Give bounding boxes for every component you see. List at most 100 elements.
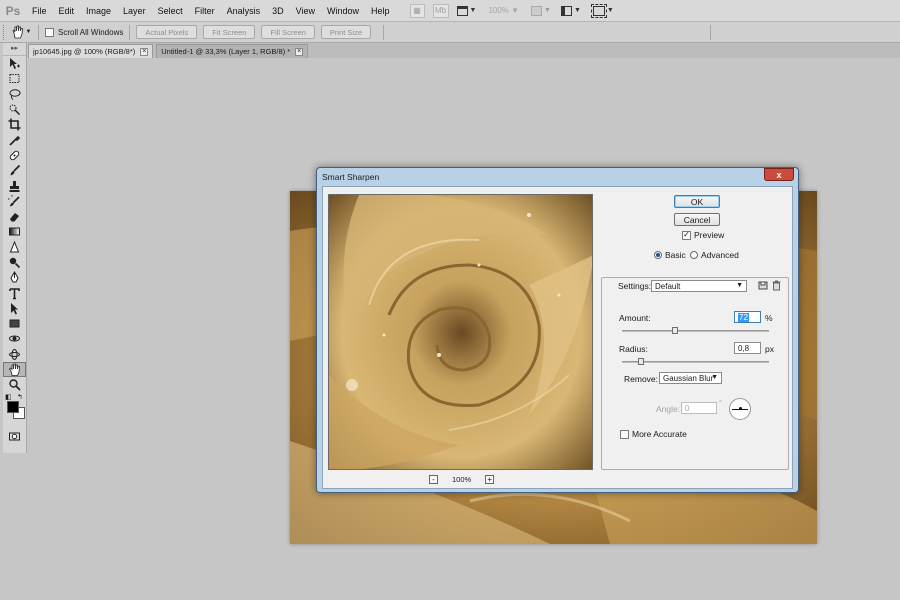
preview-label: Preview xyxy=(694,230,725,240)
tab-document-2[interactable]: Untitled-1 @ 33,3% (Layer 1, RGB/8) * × xyxy=(156,44,309,58)
close-button[interactable]: x xyxy=(764,168,794,181)
remove-label: Remove: xyxy=(624,374,659,384)
marquee-tool-icon[interactable] xyxy=(3,71,26,86)
crop-tool-icon[interactable] xyxy=(3,117,26,132)
options-bar: ▼ Scroll All Windows Actual Pixels Fit S… xyxy=(0,22,900,43)
hand-tool-icon[interactable] xyxy=(3,361,26,378)
bridge-icon[interactable]: ▦ xyxy=(409,3,425,18)
menu-select[interactable]: Select xyxy=(152,0,189,22)
preview-option[interactable]: ✓ Preview xyxy=(682,230,724,240)
path-select-tool-icon[interactable] xyxy=(3,301,26,316)
clone-stamp-tool-icon[interactable] xyxy=(3,178,26,193)
menu-bar: Ps File Edit Image Layer Select Filter A… xyxy=(0,0,900,22)
angle-dial[interactable] xyxy=(729,398,751,420)
radius-slider-thumb[interactable] xyxy=(638,358,645,365)
shape-tool-icon[interactable] xyxy=(3,316,26,331)
zoom-out-button[interactable]: - xyxy=(429,475,438,484)
angle-unit: ° xyxy=(719,400,722,407)
hand-tool-preset-icon[interactable]: ▼ xyxy=(10,24,32,41)
mode-advanced-option[interactable]: Advanced xyxy=(690,250,739,260)
dialog-body: - 100% + OK Cancel ✓ Preview Basic Advan… xyxy=(322,186,793,489)
more-accurate-option[interactable]: More Accurate xyxy=(620,429,687,439)
preview-checkbox[interactable]: ✓ xyxy=(682,230,691,240)
pen-tool-icon[interactable] xyxy=(3,270,26,285)
basic-radio[interactable] xyxy=(654,251,662,259)
scroll-all-windows-checkbox[interactable] xyxy=(45,27,54,37)
quick-mask-icon[interactable] xyxy=(3,429,26,444)
angle-input[interactable]: 0 xyxy=(681,402,717,414)
amount-unit: % xyxy=(765,313,773,323)
zoom-in-button[interactable]: + xyxy=(485,475,495,484)
photoshop-logo: Ps xyxy=(5,3,21,18)
menu-file[interactable]: File xyxy=(26,0,53,22)
tab-document-1[interactable]: jp10645.jpg @ 100% (RGB/8*) × xyxy=(28,44,154,58)
eraser-tool-icon[interactable] xyxy=(3,209,26,224)
3d-rotate-tool-icon[interactable] xyxy=(3,331,26,346)
history-brush-tool-icon[interactable] xyxy=(3,194,26,209)
healing-brush-tool-icon[interactable] xyxy=(3,148,26,163)
preview-image[interactable] xyxy=(328,194,593,470)
menu-filter[interactable]: Filter xyxy=(189,0,221,22)
close-icon[interactable]: × xyxy=(140,47,149,56)
basic-label: Basic xyxy=(665,250,686,260)
mode-basic-option[interactable]: Basic xyxy=(654,250,686,260)
swap-colors-icon[interactable]: ↰ xyxy=(17,393,23,401)
tab-label: jp10645.jpg @ 100% (RGB/8*) xyxy=(33,47,136,56)
tools-panel-grip[interactable]: ▸▸ xyxy=(3,43,26,56)
more-accurate-checkbox[interactable] xyxy=(620,429,629,439)
dodge-tool-icon[interactable] xyxy=(3,255,26,270)
ok-button[interactable]: OK xyxy=(674,195,720,208)
menu-analysis[interactable]: Analysis xyxy=(221,0,267,22)
eyedropper-tool-icon[interactable] xyxy=(3,132,26,147)
screen-mode-icon[interactable]: ▼ xyxy=(560,5,581,16)
menu-image[interactable]: Image xyxy=(80,0,117,22)
menu-view[interactable]: View xyxy=(290,0,321,22)
menu-edit[interactable]: Edit xyxy=(53,0,81,22)
workspace-icon[interactable]: ▼ xyxy=(590,3,614,18)
radius-input[interactable]: 0,8 xyxy=(734,342,761,354)
zoom-tool-icon[interactable] xyxy=(3,377,26,392)
amount-slider-thumb[interactable] xyxy=(671,327,678,334)
options-divider xyxy=(383,24,385,40)
options-divider xyxy=(129,24,131,40)
close-icon[interactable]: × xyxy=(295,47,304,56)
menu-3d[interactable]: 3D xyxy=(266,0,290,22)
settings-group: Settings: Default ▼ Amount: 72 % Radius:… xyxy=(601,277,789,470)
amount-input[interactable]: 72 xyxy=(734,311,761,323)
menu-window[interactable]: Window xyxy=(321,0,365,22)
settings-value: Default xyxy=(655,281,681,291)
chevron-down-icon: ▼ xyxy=(736,282,743,289)
dialog-title: Smart Sharpen xyxy=(322,172,380,182)
gradient-tool-icon[interactable] xyxy=(3,224,26,239)
3d-orbit-tool-icon[interactable] xyxy=(3,347,26,362)
settings-select[interactable]: Default ▼ xyxy=(651,280,747,292)
amount-slider[interactable] xyxy=(622,330,769,332)
view-extras-icon[interactable]: ▼ xyxy=(456,5,476,16)
brush-tool-icon[interactable] xyxy=(3,163,26,178)
cancel-button[interactable]: Cancel xyxy=(674,213,720,226)
options-grip[interactable] xyxy=(3,24,6,40)
radius-unit: px xyxy=(765,344,774,354)
fit-screen-button[interactable]: Fit Screen xyxy=(203,25,256,39)
arrange-documents-icon[interactable]: ▼ xyxy=(531,5,551,16)
move-tool-icon[interactable] xyxy=(3,56,26,71)
fill-screen-button[interactable]: Fill Screen xyxy=(261,25,315,39)
lasso-tool-icon[interactable] xyxy=(3,87,26,102)
close-icon: x xyxy=(776,170,782,180)
options-divider xyxy=(38,24,39,40)
menu-layer[interactable]: Layer xyxy=(117,0,152,22)
blur-tool-icon[interactable] xyxy=(3,240,26,255)
menu-help[interactable]: Help xyxy=(365,0,396,22)
advanced-radio[interactable] xyxy=(690,251,698,259)
save-settings-icon[interactable] xyxy=(758,280,769,293)
minibridge-button[interactable]: Mb xyxy=(432,3,449,18)
foreground-color-swatch[interactable] xyxy=(7,400,19,413)
default-colors-icon[interactable]: ◧ xyxy=(5,393,12,401)
quick-select-tool-icon[interactable] xyxy=(3,102,26,117)
zoom-level[interactable]: 100% ▼ xyxy=(488,6,519,15)
actual-pixels-button[interactable]: Actual Pixels xyxy=(136,25,198,39)
remove-select[interactable]: Gaussian Blur ▼ xyxy=(659,372,722,384)
delete-settings-icon[interactable] xyxy=(772,280,781,293)
type-tool-icon[interactable] xyxy=(3,285,26,300)
print-size-button[interactable]: Print Size xyxy=(320,25,372,39)
